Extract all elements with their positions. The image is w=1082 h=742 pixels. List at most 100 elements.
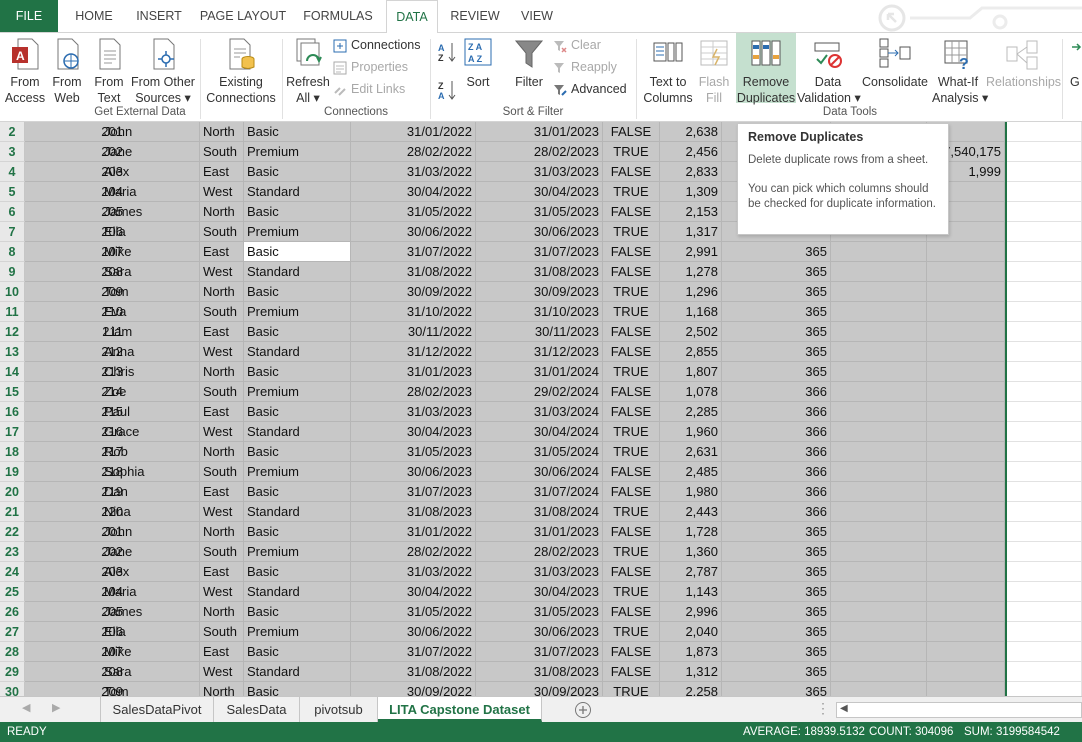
grid-cell-flag[interactable]: TRUE — [603, 422, 660, 442]
grid-cell-blank[interactable] — [831, 602, 927, 622]
grid-cell-extra[interactable] — [927, 262, 1005, 282]
scroll-left-icon[interactable]: ◀ — [840, 703, 848, 714]
grid-cell-id-name[interactable]: 206 Ella — [25, 222, 200, 242]
grid-cell-blank[interactable] — [831, 502, 927, 522]
add-sheet-icon[interactable] — [574, 701, 592, 719]
grid-cell-extra[interactable] — [927, 682, 1005, 696]
grid-cell-days[interactable]: 366 — [722, 482, 831, 502]
grid-cell-end[interactable]: 30/04/2023 — [476, 582, 603, 602]
grid-cell-extra[interactable] — [927, 362, 1005, 382]
grid-cell-plan[interactable]: Basic — [244, 362, 351, 382]
grid-cell-start[interactable]: 31/08/2023 — [351, 502, 476, 522]
grid-cell-empty[interactable] — [1007, 422, 1082, 442]
edit-links-button[interactable]: Edit Links — [333, 79, 405, 99]
grid-cell-end[interactable]: 31/01/2023 — [476, 122, 603, 142]
grid-cell-amount[interactable]: 1,312 — [660, 662, 722, 682]
grid-cell-plan[interactable]: Premium — [244, 462, 351, 482]
grid-cell-plan[interactable]: Premium — [244, 302, 351, 322]
row-header[interactable]: 18 — [0, 442, 25, 462]
grid-cell-flag[interactable]: FALSE — [603, 522, 660, 542]
grid-cell-blank[interactable] — [831, 362, 927, 382]
grid-cell-end[interactable]: 31/08/2023 — [476, 262, 603, 282]
grid-cell-extra[interactable] — [927, 542, 1005, 562]
outline-group-partial[interactable]: G — [1070, 37, 1082, 90]
sort-az-icon[interactable]: A Z — [438, 41, 458, 63]
grid-cell-plan[interactable]: Basic — [244, 522, 351, 542]
from-access-button[interactable]: A From Access — [3, 37, 47, 106]
grid-cell-plan[interactable]: Standard — [244, 182, 351, 202]
grid-cell-plan[interactable]: Basic — [244, 602, 351, 622]
grid-cell-id-name[interactable]: 202 Jane — [25, 142, 200, 162]
grid-cell-blank[interactable] — [831, 582, 927, 602]
grid-cell-empty[interactable] — [1007, 622, 1082, 642]
grid-cell-id-name[interactable]: 203 Alex — [25, 562, 200, 582]
grid-cell-empty[interactable] — [1007, 442, 1082, 462]
row-header[interactable]: 24 — [0, 562, 25, 582]
grid-cell-region[interactable]: West — [200, 502, 244, 522]
grid-cell-empty[interactable] — [1007, 642, 1082, 662]
grid-cell-start[interactable]: 31/03/2022 — [351, 562, 476, 582]
grid-cell-plan[interactable]: Premium — [244, 142, 351, 162]
grid-cell-days[interactable]: 365 — [722, 642, 831, 662]
grid-cell-plan[interactable]: Basic — [244, 642, 351, 662]
grid-cell-start[interactable]: 31/01/2023 — [351, 362, 476, 382]
grid-cell-start[interactable]: 31/01/2022 — [351, 122, 476, 142]
grid-cell-amount[interactable]: 2,833 — [660, 162, 722, 182]
grid-cell-extra[interactable] — [927, 322, 1005, 342]
grid-cell-days[interactable]: 365 — [722, 602, 831, 622]
grid-cell-start[interactable]: 28/02/2022 — [351, 542, 476, 562]
grid-cell-end[interactable]: 31/05/2024 — [476, 442, 603, 462]
grid-cell-days[interactable]: 365 — [722, 522, 831, 542]
row-header[interactable]: 30 — [0, 682, 25, 696]
grid-cell-end[interactable]: 30/04/2023 — [476, 182, 603, 202]
grid-cell-blank[interactable] — [831, 642, 927, 662]
grid-cell-region[interactable]: East — [200, 642, 244, 662]
grid-cell-empty[interactable] — [1007, 122, 1082, 142]
grid-cell-id-name[interactable]: 202 Jane — [25, 542, 200, 562]
grid-cell-blank[interactable] — [831, 402, 927, 422]
grid-cell-extra[interactable] — [927, 302, 1005, 322]
grid-cell-id-name[interactable]: 218 Sophia — [25, 462, 200, 482]
grid-cell-days[interactable]: 365 — [722, 302, 831, 322]
grid-cell-plan[interactable]: Basic — [244, 242, 351, 262]
horizontal-scrollbar[interactable]: ◀ — [836, 702, 1082, 718]
grid-cell-empty[interactable] — [1007, 482, 1082, 502]
grid-cell-plan[interactable]: Basic — [244, 282, 351, 302]
grid-cell-flag[interactable]: FALSE — [603, 382, 660, 402]
row-header[interactable]: 28 — [0, 642, 25, 662]
grid-cell-region[interactable]: East — [200, 562, 244, 582]
grid-cell-days[interactable]: 365 — [722, 362, 831, 382]
sheet-tab-salesdatapivot[interactable]: SalesDataPivot — [100, 697, 214, 722]
grid-cell-end[interactable]: 28/02/2023 — [476, 542, 603, 562]
grid-cell-id-name[interactable]: 207 Mike — [25, 642, 200, 662]
grid-cell-region[interactable]: East — [200, 162, 244, 182]
grid-cell-region[interactable]: North — [200, 122, 244, 142]
grid-cell-empty[interactable] — [1007, 662, 1082, 682]
grid-cell-end[interactable]: 30/04/2024 — [476, 422, 603, 442]
sheet-tab-salesdata[interactable]: SalesData — [214, 697, 300, 722]
grid-cell-end[interactable]: 31/12/2023 — [476, 342, 603, 362]
grid-cell-empty[interactable] — [1007, 362, 1082, 382]
grid-cell-id-name[interactable]: 208 Sara — [25, 262, 200, 282]
grid-cell-region[interactable]: West — [200, 662, 244, 682]
grid-cell-end[interactable]: 31/03/2024 — [476, 402, 603, 422]
grid-cell-end[interactable]: 30/06/2023 — [476, 222, 603, 242]
grid-cell-region[interactable]: South — [200, 222, 244, 242]
grid-cell-end[interactable]: 30/11/2023 — [476, 322, 603, 342]
grid-cell-start[interactable]: 31/01/2022 — [351, 522, 476, 542]
grid-cell-blank[interactable] — [831, 462, 927, 482]
grid-cell-region[interactable]: East — [200, 482, 244, 502]
grid-cell-end[interactable]: 31/08/2024 — [476, 502, 603, 522]
grid-cell-id-name[interactable]: 204 Maria — [25, 582, 200, 602]
grid-cell-empty[interactable] — [1007, 342, 1082, 362]
grid-cell-id-name[interactable]: 212 Anna — [25, 342, 200, 362]
grid-cell-plan[interactable]: Premium — [244, 542, 351, 562]
grid-cell-empty[interactable] — [1007, 242, 1082, 262]
grid-cell-empty[interactable] — [1007, 322, 1082, 342]
grid-cell-start[interactable]: 31/03/2022 — [351, 162, 476, 182]
grid-cell-start[interactable]: 31/03/2023 — [351, 402, 476, 422]
grid-cell-end[interactable]: 31/07/2024 — [476, 482, 603, 502]
grid-cell-start[interactable]: 31/05/2022 — [351, 202, 476, 222]
row-header[interactable]: 7 — [0, 222, 25, 242]
grid-cell-flag[interactable]: FALSE — [603, 322, 660, 342]
